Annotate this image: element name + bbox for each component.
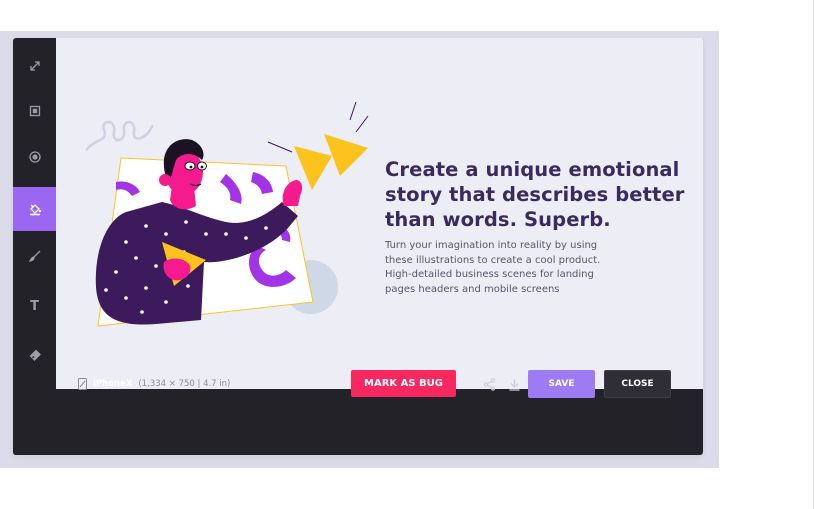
- paint-bucket-icon: [29, 204, 41, 216]
- tool-text[interactable]: T: [13, 284, 56, 328]
- person-ear: [159, 174, 171, 186]
- eraser-icon: [29, 349, 41, 361]
- share-icon: [483, 377, 495, 391]
- tool-select[interactable]: [13, 89, 56, 133]
- preview-canvas: Create a unique emotional story that des…: [56, 38, 703, 389]
- device-info: iPhoneX (1,334 × 750 | 4.7 in): [78, 378, 230, 390]
- tool-fill[interactable]: [13, 187, 56, 231]
- share-button[interactable]: [481, 376, 497, 392]
- pointer-triangle: [324, 134, 368, 176]
- text-icon: T: [30, 298, 39, 314]
- scribble-decoration: [86, 120, 154, 152]
- tool-eraser[interactable]: [13, 333, 56, 377]
- bottom-bar: [13, 389, 703, 455]
- tool-brush[interactable]: [13, 234, 56, 278]
- device-name: iPhoneX: [93, 379, 133, 389]
- close-button[interactable]: CLOSE: [604, 370, 671, 398]
- resize-icon: [29, 61, 40, 71]
- mark-as-bug-button[interactable]: MARK AS BUG: [351, 370, 456, 397]
- download-icon: [509, 378, 519, 391]
- tool-target[interactable]: [13, 135, 56, 179]
- target-icon: [28, 151, 41, 163]
- phone-icon: [78, 378, 87, 390]
- brush-icon: [28, 250, 40, 262]
- page-title: Create a unique emotional story that des…: [385, 158, 685, 231]
- download-button[interactable]: [506, 376, 522, 392]
- tool-resize[interactable]: [13, 44, 56, 88]
- hero-illustration: [86, 102, 369, 327]
- device-resolution: (1,334 × 750 | 4.7 in): [138, 379, 231, 389]
- description-text: Turn your imagination into reality by us…: [385, 240, 601, 295]
- save-button[interactable]: SAVE: [528, 370, 595, 398]
- select-box-icon: [29, 105, 40, 117]
